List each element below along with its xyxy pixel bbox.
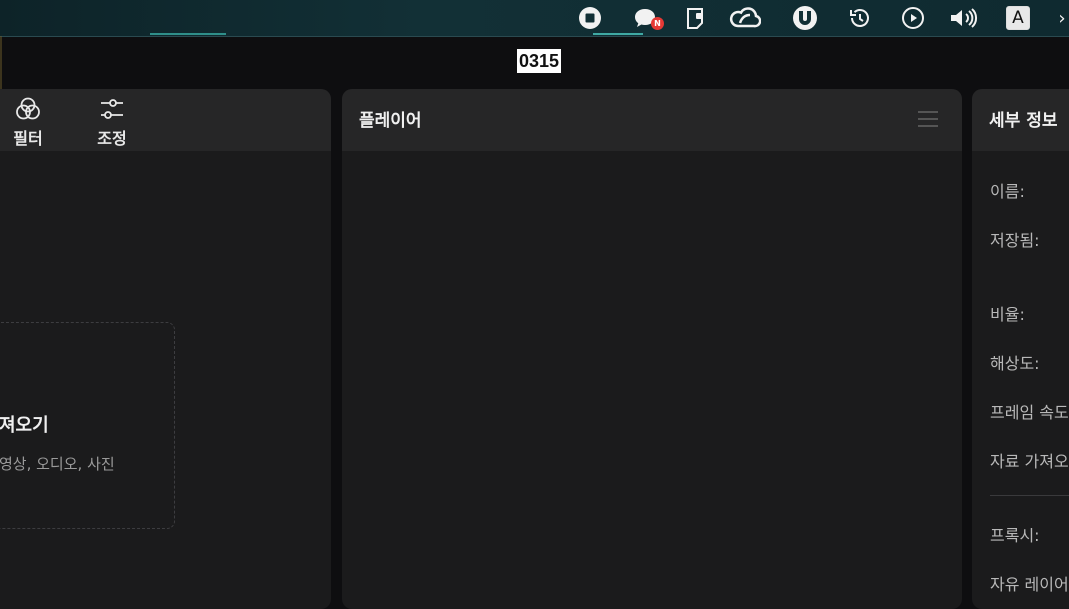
media-panel: 필터 조정 져오기 영상, 오디오, 사진	[0, 89, 331, 609]
import-subtitle: 영상, 오디오, 사진	[0, 455, 115, 473]
media-panel-toolbar: 필터 조정	[0, 89, 331, 151]
import-title: 져오기	[0, 415, 49, 436]
detail-ratio-label: 비율:	[990, 305, 1025, 324]
utorrent-icon[interactable]	[790, 4, 820, 32]
creative-cloud-icon[interactable]	[728, 4, 762, 32]
details-panel: 세부 정보 이름: 저장됨: 비율: 해상도: 프레임 속도 자료 가져오 프록…	[972, 89, 1069, 609]
detail-proxy-label: 프록시:	[990, 526, 1040, 545]
chat-icon[interactable]: N	[630, 4, 664, 32]
adjust-tool-label: 조정	[97, 129, 127, 148]
adjust-tool-button[interactable]: 조정	[82, 95, 142, 149]
player-panel-header: 플레이어	[342, 89, 962, 151]
project-title[interactable]: 0315	[517, 49, 562, 73]
detail-free-layer-label: 자유 레이어	[990, 575, 1069, 594]
hamburger-menu-icon[interactable]	[918, 111, 938, 132]
filters-tool-button[interactable]: 필터	[0, 95, 58, 149]
details-divider	[990, 495, 1069, 496]
menu-bar-highlight	[150, 33, 226, 35]
stop-icon[interactable]	[576, 4, 604, 32]
details-panel-title: 세부 정보	[989, 111, 1058, 131]
notification-badge: N	[651, 17, 664, 30]
input-source-icon[interactable]: A	[1006, 4, 1030, 32]
menu-bar-highlight-active	[593, 33, 643, 35]
details-panel-header: 세부 정보	[972, 89, 1069, 151]
import-dropzone[interactable]: 져오기 영상, 오디오, 사진	[0, 322, 175, 529]
player-panel: 플레이어	[342, 89, 962, 609]
adjust-sliders-icon	[82, 95, 142, 123]
menu-bar: N A ›	[0, 0, 1069, 37]
detail-name-label: 이름:	[990, 182, 1025, 201]
clipboard-icon[interactable]	[682, 4, 708, 32]
menu-overflow-icon[interactable]: ›	[1056, 4, 1068, 32]
detail-framerate-label: 프레임 속도	[990, 403, 1069, 422]
volume-icon[interactable]	[947, 4, 979, 32]
filters-icon	[0, 95, 58, 123]
player-panel-title: 플레이어	[359, 111, 422, 131]
play-icon[interactable]	[899, 4, 927, 32]
detail-import-label: 자료 가져오	[990, 452, 1069, 471]
filters-tool-label: 필터	[13, 129, 43, 148]
time-machine-icon[interactable]	[846, 4, 874, 32]
detail-saved-label: 저장됨:	[990, 231, 1040, 250]
detail-resolution-label: 해상도:	[990, 354, 1040, 373]
